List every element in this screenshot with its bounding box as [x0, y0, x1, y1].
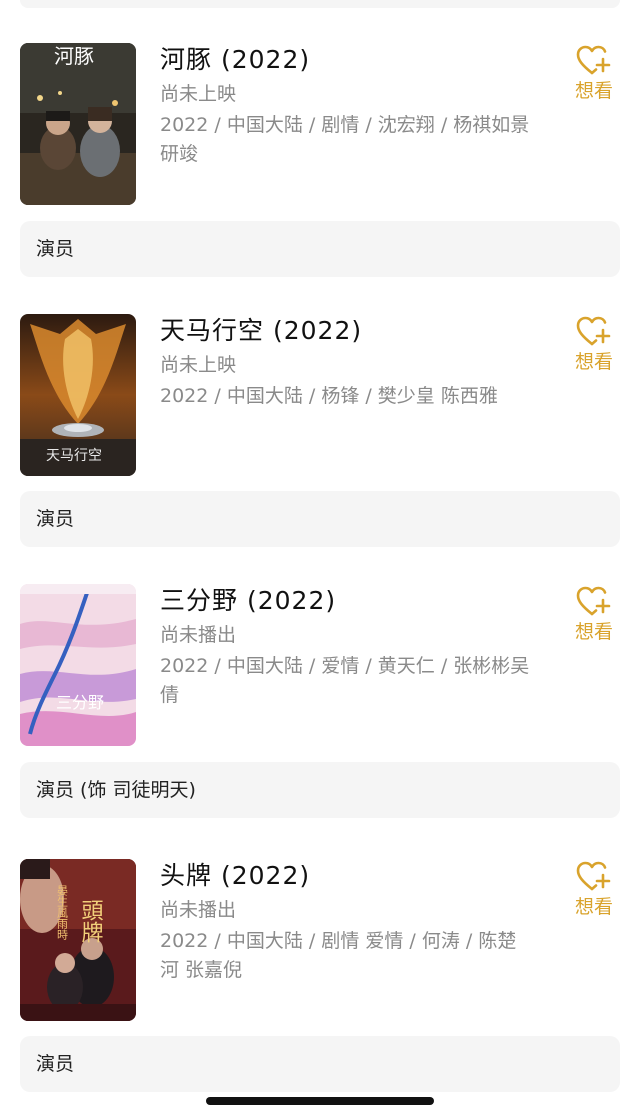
release-status: 尚未上映 [160, 83, 237, 105]
want-to-watch-label: 想看 [574, 351, 613, 373]
movie-title-name: 三分野 [160, 586, 239, 615]
movie-poster[interactable]: 天马行空 [20, 314, 136, 476]
want-to-watch-label: 想看 [574, 80, 613, 102]
movie-title[interactable]: 三分野 (2022) [160, 584, 540, 618]
movie-item[interactable]: 河豚 河豚 (2022) 尚未上映 2022 / 中国大陆 / 剧情 / 沈宏翔… [0, 43, 640, 205]
movie-meta: 2022 / 中国大陆 / 剧情 / 沈宏翔 / 杨祺如景研竣 [160, 114, 530, 165]
poster-title-text: 頭牌 [78, 899, 104, 943]
poster-title-text: 河豚 [54, 44, 94, 68]
movie-meta: 2022 / 中国大陆 / 爱情 / 黄天仁 / 张彬彬吴倩 [160, 655, 530, 706]
heart-plus-icon [576, 861, 611, 891]
want-to-watch-button[interactable]: 想看 [570, 861, 618, 919]
movie-title[interactable]: 河豚 (2022) [160, 43, 540, 77]
poster-title-text: 天马行空 [46, 448, 102, 464]
movie-year: (2022) [246, 586, 337, 615]
poster-title-text: 三分野 [56, 693, 104, 712]
movie-title-name: 天马行空 [160, 316, 265, 345]
movie-item[interactable]: 天马行空 天马行空 (2022) 尚未上映 2022 / 中国大陆 / 杨锋 /… [0, 314, 640, 476]
want-to-watch-label: 想看 [574, 896, 613, 918]
movie-meta: 2022 / 中国大陆 / 剧情 爱情 / 何涛 / 陈楚河 张嘉倪 [160, 930, 517, 981]
movie-info: 天马行空 (2022) 尚未上映 2022 / 中国大陆 / 杨锋 / 樊少皇 … [160, 314, 540, 411]
role-bar[interactable]: 演员 (饰 司徒明天) [20, 762, 620, 818]
movie-title-name: 头牌 [160, 861, 213, 890]
release-status: 尚未播出 [160, 899, 237, 921]
role-bar[interactable]: 演员 [20, 221, 620, 277]
release-status: 尚未播出 [160, 624, 237, 646]
poster-image: 河豚 [20, 43, 136, 205]
home-indicator[interactable] [206, 1097, 434, 1105]
movie-item[interactable]: 頭牌 晏生風雨時 头牌 (2022) 尚未播出 2022 / 中国大陆 / 剧情… [0, 859, 640, 1021]
role-bar[interactable]: 演员 [20, 491, 620, 547]
role-bar[interactable]: 演员 [20, 1036, 620, 1092]
movie-poster[interactable]: 三分野 [20, 584, 136, 746]
poster-image: 天马行空 [20, 314, 136, 476]
previous-role-bar-edge [20, 0, 620, 8]
movie-info: 头牌 (2022) 尚未播出 2022 / 中国大陆 / 剧情 爱情 / 何涛 … [160, 859, 540, 985]
movie-meta: 2022 / 中国大陆 / 杨锋 / 樊少皇 陈西雅 [160, 385, 498, 407]
movie-year: (2022) [220, 45, 311, 74]
movie-poster[interactable]: 頭牌 晏生風雨時 [20, 859, 136, 1021]
poster-image: 三分野 [20, 584, 136, 746]
movie-year: (2022) [220, 861, 311, 890]
heart-plus-icon [576, 586, 611, 616]
movie-title[interactable]: 头牌 (2022) [160, 859, 540, 893]
movie-title-name: 河豚 [160, 45, 213, 74]
want-to-watch-button[interactable]: 想看 [570, 45, 618, 103]
release-status: 尚未上映 [160, 354, 237, 376]
movie-year: (2022) [272, 316, 363, 345]
movie-info: 三分野 (2022) 尚未播出 2022 / 中国大陆 / 爱情 / 黄天仁 /… [160, 584, 540, 710]
movie-poster[interactable]: 河豚 [20, 43, 136, 205]
heart-plus-icon [576, 316, 611, 346]
movie-info: 河豚 (2022) 尚未上映 2022 / 中国大陆 / 剧情 / 沈宏翔 / … [160, 43, 540, 169]
movie-title[interactable]: 天马行空 (2022) [160, 314, 540, 348]
want-to-watch-button[interactable]: 想看 [570, 586, 618, 644]
poster-image: 頭牌 晏生風雨時 [20, 859, 136, 1021]
heart-plus-icon [576, 45, 611, 75]
want-to-watch-label: 想看 [574, 621, 613, 643]
poster-subtitle-text: 晏生風雨時 [56, 885, 69, 940]
movie-item[interactable]: 三分野 三分野 (2022) 尚未播出 2022 / 中国大陆 / 爱情 / 黄… [0, 584, 640, 746]
want-to-watch-button[interactable]: 想看 [570, 316, 618, 374]
